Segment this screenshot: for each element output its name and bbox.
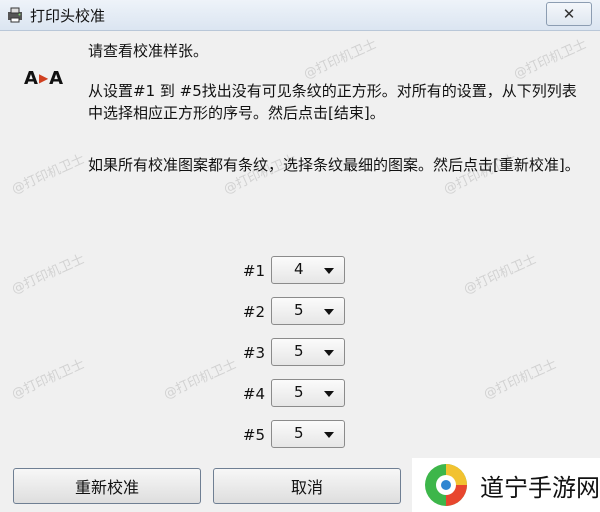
setting-3-select[interactable]: 5	[271, 338, 345, 366]
chevron-down-icon	[324, 309, 334, 315]
cancel-button[interactable]: 取消	[213, 468, 401, 504]
select-value: 4	[294, 260, 304, 278]
setting-label: #5	[242, 426, 265, 444]
title-bar: 打印头校准 ✕	[0, 0, 600, 31]
chevron-down-icon	[324, 350, 334, 356]
setting-label: #3	[242, 344, 265, 362]
watermark-text: @打印机卫士	[301, 36, 379, 83]
recalibrate-button[interactable]: 重新校准	[13, 468, 201, 504]
arrow-icon: ▶	[38, 71, 50, 85]
instruction-line-1: 请查看校准样张。	[88, 42, 209, 60]
setting-2-select[interactable]: 5	[271, 297, 345, 325]
watermark-text: @打印机卫士	[461, 251, 539, 298]
brand-name: 道宁手游网	[480, 473, 600, 502]
select-value: 5	[294, 383, 304, 401]
brand-badge: 道宁手游网	[412, 458, 600, 512]
setting-label: #2	[242, 303, 265, 321]
logo-letter-left: A	[24, 68, 39, 89]
setting-4-select[interactable]: 5	[271, 379, 345, 407]
logo-letter-right: A	[49, 68, 65, 89]
printer-app-icon	[8, 7, 22, 23]
window-title: 打印头校准	[30, 7, 106, 25]
chevron-down-icon	[324, 432, 334, 438]
watermark-text: @打印机卫士	[481, 356, 559, 403]
select-value: 5	[294, 342, 304, 360]
brand-logo-icon	[425, 464, 467, 506]
instruction-line-2: 从设置#1 到 #5找出没有可见条纹的正方形。对所有的设置，从下列列表中选择相应…	[88, 82, 577, 122]
watermark-text: @打印机卫士	[161, 356, 239, 403]
chevron-down-icon	[324, 391, 334, 397]
chevron-down-icon	[324, 268, 334, 274]
select-value: 5	[294, 301, 304, 319]
calibration-window: 打印头校准 ✕ @打印机卫士 @打印机卫士 @打印机卫士 @打印机卫士 @打印机…	[0, 0, 600, 512]
close-icon: ✕	[562, 5, 576, 23]
setting-1-select[interactable]: 4	[271, 256, 345, 284]
close-button[interactable]: ✕	[546, 2, 592, 26]
watermark-text: @打印机卫士	[9, 151, 87, 198]
watermark-text: @打印机卫士	[9, 251, 87, 298]
instruction-line-3: 如果所有校准图案都有条纹，选择条纹最细的图案。然后点击[重新校准]。	[88, 156, 580, 174]
calibration-logo: A▶A	[24, 68, 64, 89]
setting-label: #1	[242, 262, 265, 280]
select-value: 5	[294, 424, 304, 442]
setting-5-select[interactable]: 5	[271, 420, 345, 448]
setting-label: #4	[242, 385, 265, 403]
watermark-text: @打印机卫士	[511, 36, 589, 83]
watermark-text: @打印机卫士	[9, 356, 87, 403]
